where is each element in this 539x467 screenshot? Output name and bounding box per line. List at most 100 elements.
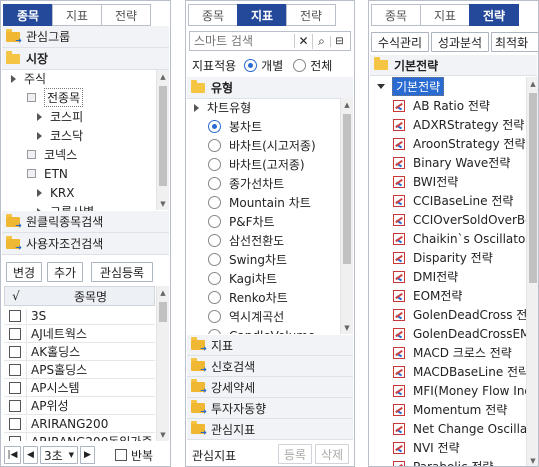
table-row[interactable]: ARIRANG200: [4, 415, 155, 433]
strategy-item[interactable]: CCIBaseLine 전략: [393, 191, 527, 210]
chart-type-radio[interactable]: [208, 177, 221, 190]
tree-row[interactable]: KRX: [7, 183, 155, 202]
indicator-section[interactable]: 강세약세: [187, 377, 353, 398]
clear-icon[interactable]: ✕: [294, 34, 312, 48]
strategy-item[interactable]: Chaikin`s Oscillator: [393, 229, 527, 248]
table-row[interactable]: AP시스템: [4, 379, 155, 397]
row-checkbox[interactable]: [9, 417, 21, 430]
scroll-up-icon[interactable]: ▲: [341, 98, 353, 111]
scroll-up-icon[interactable]: ▲: [157, 70, 169, 83]
fav-group-section[interactable]: 관심그룹: [2, 26, 169, 48]
expand-icon[interactable]: [37, 188, 42, 197]
register-button[interactable]: 등록: [278, 444, 312, 464]
prev-icon[interactable]: ◀: [23, 446, 38, 464]
tab-stock[interactable]: 종목: [3, 4, 53, 26]
repeat-checkbox[interactable]: [115, 449, 127, 461]
chart-type-radio[interactable]: [208, 272, 221, 285]
strategy-item[interactable]: BWI전략: [393, 172, 527, 191]
chart-type-item[interactable]: 종가선차트: [194, 174, 339, 193]
tab-strategy[interactable]: 전략: [101, 4, 151, 26]
formula-manage-button[interactable]: 수식관리: [371, 32, 429, 52]
row-checkbox[interactable]: [9, 435, 21, 441]
table-row[interactable]: AJ네트웍스: [4, 325, 155, 343]
chart-type-item[interactable]: Swing차트: [194, 250, 339, 269]
tab-indicator[interactable]: 지표: [237, 4, 287, 26]
strategy-scrollbar[interactable]: ▲ ▼: [526, 77, 538, 466]
table-row[interactable]: APS홀딩스: [4, 361, 155, 379]
strategy-item[interactable]: DMI전략: [393, 267, 527, 286]
strategy-root-row[interactable]: 기본전략: [377, 77, 527, 96]
strategy-item[interactable]: Binary Wave전략: [393, 153, 527, 172]
strategy-item[interactable]: Net Change Oscillator: [393, 419, 527, 438]
scroll-up-icon[interactable]: ▲: [527, 77, 538, 90]
chart-type-item[interactable]: 바차트(고저종): [194, 155, 339, 174]
stock-grid-scrollbar[interactable]: ▲ ▼: [156, 286, 169, 441]
check-column-header[interactable]: √: [5, 289, 27, 303]
chart-type-radio[interactable]: [208, 234, 221, 247]
smart-search-input[interactable]: [190, 32, 294, 50]
strategy-item[interactable]: ADXRStrategy 전략: [393, 115, 527, 134]
strategy-item[interactable]: Momentum 전략: [393, 400, 527, 419]
search-icon[interactable]: ⌕: [312, 33, 330, 49]
scroll-down-icon[interactable]: ▼: [157, 428, 169, 441]
add-button[interactable]: 추가: [47, 262, 83, 282]
tab-strategy[interactable]: 전략: [469, 4, 519, 26]
strategy-item[interactable]: Parabolic 전략: [393, 457, 527, 466]
indicator-section[interactable]: 지표: [187, 335, 353, 356]
chart-type-item[interactable]: 바차트(시고저종): [194, 136, 339, 155]
all-radio[interactable]: [293, 58, 307, 72]
chart-type-radio[interactable]: [208, 158, 221, 171]
tree-row[interactable]: ETN: [7, 164, 155, 183]
oneclick-section[interactable]: 원클릭종목검색: [2, 211, 169, 233]
delete-button[interactable]: 삭제: [315, 444, 349, 464]
change-button[interactable]: 변경: [6, 262, 42, 282]
scroll-down-icon[interactable]: ▼: [157, 197, 169, 210]
interval-select[interactable]: 3초 ▼: [40, 446, 78, 464]
chart-type-radio[interactable]: [208, 196, 221, 209]
strategy-item[interactable]: EOM전략: [393, 286, 527, 305]
chart-type-radio[interactable]: [208, 215, 221, 228]
tree-collapsed-icon[interactable]: [11, 74, 16, 83]
indicator-section[interactable]: 관심지표: [187, 419, 353, 440]
strategy-item[interactable]: Disparity 전략: [393, 248, 527, 267]
indicator-section[interactable]: 신호검색: [187, 356, 353, 377]
indicator-section[interactable]: 투자자동향: [187, 398, 353, 419]
strategy-item[interactable]: NVI 전략: [393, 438, 527, 457]
row-checkbox[interactable]: [9, 327, 21, 340]
scroll-down-icon[interactable]: ▼: [527, 454, 538, 466]
chart-type-radio[interactable]: [208, 310, 221, 323]
expand-icon[interactable]: ⊟: [330, 35, 348, 47]
first-icon[interactable]: |◀: [4, 446, 21, 464]
strategy-item[interactable]: AB Ratio 전략: [393, 96, 527, 115]
chart-type-radio[interactable]: [208, 253, 221, 266]
table-row[interactable]: AP위성: [4, 397, 155, 415]
basic-strategy-section[interactable]: 기본전략: [370, 55, 537, 76]
tab-indicator[interactable]: 지표: [420, 4, 470, 26]
optimize-button[interactable]: 최적화: [491, 32, 538, 52]
expand-icon[interactable]: [194, 103, 199, 112]
row-checkbox[interactable]: [9, 309, 21, 322]
strategy-item[interactable]: GolenDeadCross 전략: [393, 305, 527, 324]
scroll-thumb[interactable]: [159, 86, 167, 186]
type-section[interactable]: 유형: [187, 77, 353, 99]
strategy-item[interactable]: AroonStrategy 전략: [393, 134, 527, 153]
expand-icon[interactable]: [37, 112, 42, 121]
row-checkbox[interactable]: [9, 381, 21, 394]
tab-indicator[interactable]: 지표: [52, 4, 102, 26]
scroll-thumb[interactable]: [159, 302, 167, 322]
chart-type-item[interactable]: 삼선전환도: [194, 231, 339, 250]
strategy-item[interactable]: MFI(Money Flow Index): [393, 381, 527, 400]
row-checkbox[interactable]: [9, 399, 21, 412]
strategy-item[interactable]: CCIOverSoldOverBought: [393, 210, 527, 229]
chart-type-item[interactable]: P&F차트: [194, 212, 339, 231]
scroll-thumb[interactable]: [529, 93, 537, 283]
tree-row[interactable]: 코넥스: [7, 145, 155, 164]
table-row[interactable]: ARIRANG200동일가중: [4, 433, 155, 441]
row-checkbox[interactable]: [9, 345, 21, 358]
chart-type-item[interactable]: 역시계곡선: [194, 307, 339, 326]
chart-type-item[interactable]: CandleVolume: [194, 326, 339, 334]
market-tree-scrollbar[interactable]: ▲ ▼: [156, 70, 169, 210]
tree-row[interactable]: 코스닥: [7, 126, 155, 145]
tab-strategy[interactable]: 전략: [286, 4, 336, 26]
tree-row[interactable]: 그룹사별: [7, 202, 155, 211]
